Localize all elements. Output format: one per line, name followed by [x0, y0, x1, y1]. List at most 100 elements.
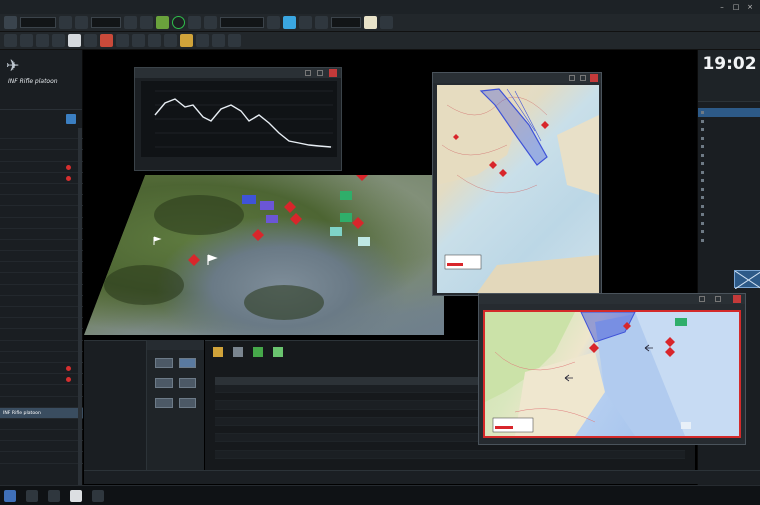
unit-tree-item[interactable]: [698, 219, 760, 228]
grid-icon[interactable]: [140, 16, 153, 29]
unit-list-item[interactable]: [0, 229, 83, 240]
elevation-profile-window[interactable]: [134, 67, 342, 171]
unit-tree-item[interactable]: [698, 159, 760, 168]
unit-list-item[interactable]: [0, 329, 83, 341]
copy-icon[interactable]: [228, 34, 241, 47]
overlay-icon[interactable]: [156, 16, 169, 29]
unit-list-item[interactable]: [0, 430, 83, 442]
pan-tool-icon[interactable]: [20, 34, 33, 47]
unit-list-item[interactable]: [0, 419, 83, 431]
unit-list-item[interactable]: [0, 374, 83, 386]
unit-list-item[interactable]: [0, 139, 83, 151]
unit-tree-item[interactable]: [698, 134, 760, 143]
unit-list-item[interactable]: [0, 296, 83, 307]
view-select[interactable]: [220, 17, 264, 28]
unit-list-item[interactable]: [0, 307, 83, 319]
unit-list-item[interactable]: [0, 162, 83, 173]
unit-list-item[interactable]: [0, 341, 83, 352]
unit-icon[interactable]: [132, 34, 145, 47]
symbol-icon[interactable]: [212, 34, 225, 47]
unit-tree-item[interactable]: [698, 202, 760, 211]
pin-icon[interactable]: [699, 296, 705, 302]
unit-tree-item[interactable]: [698, 185, 760, 194]
unit-list-item[interactable]: INF Rifle platoon: [0, 407, 83, 419]
unit-list-item[interactable]: [0, 273, 83, 285]
route-icon[interactable]: [148, 34, 161, 47]
property-tile[interactable]: [178, 358, 196, 368]
zoom-out-icon[interactable]: [52, 34, 65, 47]
close-button[interactable]: ×: [746, 3, 754, 11]
restore-icon[interactable]: [580, 75, 586, 81]
explorer-icon[interactable]: [26, 489, 38, 502]
unit-tree-item[interactable]: [698, 227, 760, 236]
unit-list-item[interactable]: [0, 441, 83, 453]
close-icon[interactable]: [733, 295, 741, 303]
delete-icon[interactable]: [100, 34, 113, 47]
log-column-header[interactable]: [263, 377, 313, 385]
unit-tree-item[interactable]: [698, 117, 760, 126]
hostile-unit-symbol[interactable]: [589, 343, 599, 353]
log-cell[interactable]: [263, 451, 313, 458]
log-cell[interactable]: [263, 442, 313, 449]
log-column-header[interactable]: [313, 377, 351, 385]
restore-icon[interactable]: [317, 70, 323, 76]
log-column-header[interactable]: [215, 377, 263, 385]
settings-icon[interactable]: [380, 16, 393, 29]
unit-list-item[interactable]: [0, 206, 83, 218]
export-icon[interactable]: [253, 347, 263, 357]
neutral-unit-symbol[interactable]: [340, 191, 352, 200]
unit-tree-item[interactable]: [698, 176, 760, 185]
filter-icon[interactable]: [315, 16, 328, 29]
folder-icon[interactable]: [273, 347, 283, 357]
log-row[interactable]: [215, 450, 685, 459]
log-cell[interactable]: [263, 393, 313, 400]
hostile-unit-symbol[interactable]: [356, 175, 368, 181]
minimize-button[interactable]: –: [718, 3, 726, 11]
log-cell[interactable]: [263, 426, 313, 433]
unit-list-item[interactable]: [0, 150, 83, 162]
flag-marker[interactable]: [207, 254, 218, 265]
zoom-in-icon[interactable]: [36, 34, 49, 47]
restore-icon[interactable]: [715, 296, 721, 302]
hostile-unit-symbol[interactable]: [352, 217, 364, 229]
maximize-button[interactable]: □: [732, 3, 740, 11]
friendly-unit-symbol[interactable]: [242, 195, 256, 204]
property-tile[interactable]: [155, 378, 173, 388]
hostile-unit-symbol[interactable]: [499, 169, 507, 177]
log-cell[interactable]: [263, 401, 313, 408]
pin-icon[interactable]: [204, 16, 217, 29]
property-tile[interactable]: [155, 358, 173, 368]
unit-list-item[interactable]: [0, 173, 83, 184]
text-tool-icon[interactable]: [196, 34, 209, 47]
view-1-window[interactable]: [432, 72, 602, 296]
view-2-window[interactable]: [478, 293, 746, 445]
unit-tree-item[interactable]: [698, 125, 760, 134]
browser-icon[interactable]: [92, 489, 104, 502]
log-cell[interactable]: [263, 418, 313, 425]
unit-list-item[interactable]: [0, 318, 83, 330]
upload-icon[interactable]: [213, 347, 223, 357]
log-column-header[interactable]: [351, 377, 401, 385]
view-1-map[interactable]: [437, 85, 599, 293]
property-tile[interactable]: [155, 398, 173, 408]
unit-list-item[interactable]: [0, 363, 83, 375]
layers-icon[interactable]: [124, 16, 137, 29]
compass-icon[interactable]: [84, 34, 97, 47]
neutral-unit-symbol[interactable]: [681, 422, 691, 429]
satellite-icon[interactable]: [233, 347, 243, 357]
hostile-unit-symbol[interactable]: [290, 213, 302, 225]
unit-tree-item[interactable]: [698, 142, 760, 151]
unit-tree-item[interactable]: [698, 236, 760, 245]
unit-list-item[interactable]: [0, 262, 83, 274]
scale-select[interactable]: [91, 17, 121, 28]
unit-list-item[interactable]: [0, 128, 83, 140]
close-icon[interactable]: [590, 74, 598, 82]
measure-icon[interactable]: [267, 16, 280, 29]
neutral-unit-symbol[interactable]: [358, 237, 370, 246]
friendly-unit-symbol[interactable]: [266, 215, 278, 223]
terrain-3d-view[interactable]: [84, 175, 444, 335]
app-icon[interactable]: [70, 489, 82, 502]
unit-list-scrollbar[interactable]: [78, 128, 82, 488]
unit-list-item[interactable]: [0, 218, 83, 229]
link-icon[interactable]: [116, 34, 129, 47]
